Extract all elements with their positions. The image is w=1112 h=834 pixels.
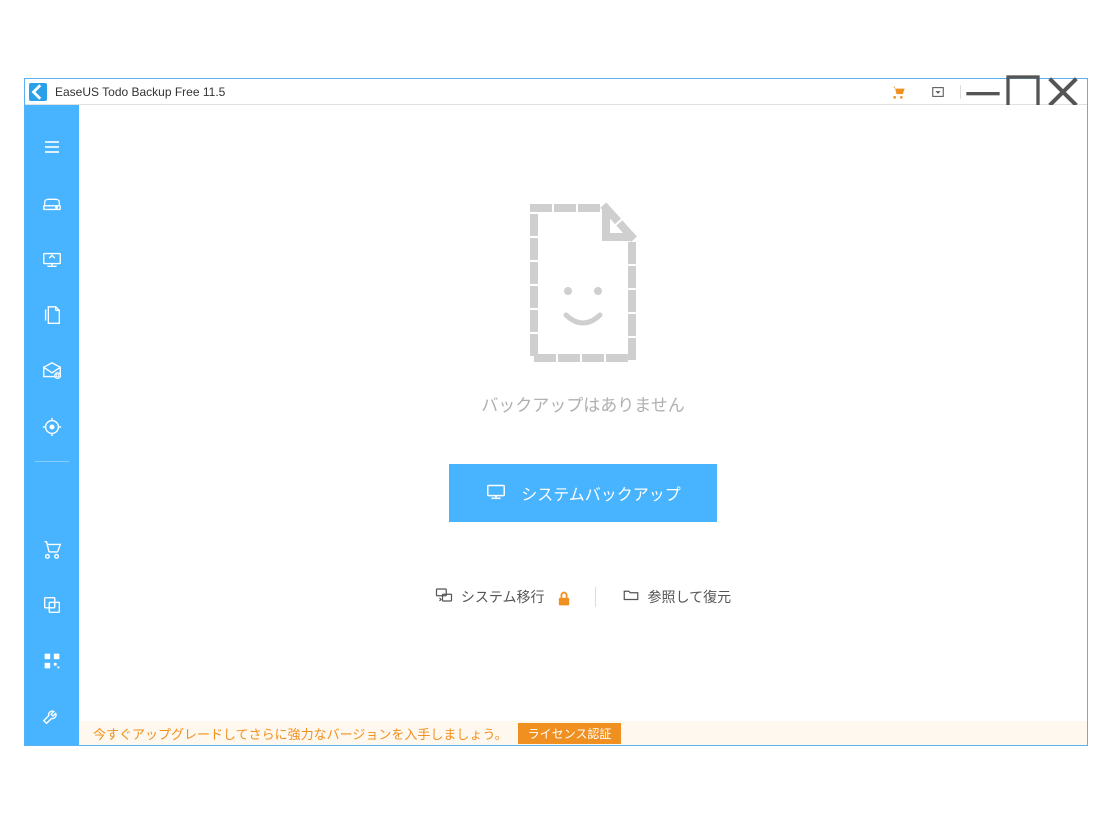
maximize-button[interactable] xyxy=(1003,79,1043,105)
sidebar-disk-backup-icon[interactable] xyxy=(25,175,79,231)
app-window: EaseUS Todo Backup Free 11.5 xyxy=(24,78,1088,746)
menu-icon[interactable] xyxy=(25,119,79,175)
sidebar-separator xyxy=(35,461,69,462)
sidebar-tools-grid-icon[interactable] xyxy=(25,633,79,689)
app-title: EaseUS Todo Backup Free 11.5 xyxy=(55,85,878,99)
system-backup-button[interactable]: システムバックアップ xyxy=(449,464,717,522)
folder-icon xyxy=(622,586,640,607)
lock-icon xyxy=(555,590,569,604)
titlebar-divider xyxy=(960,85,961,99)
empty-state-file-icon xyxy=(524,203,642,363)
main-content: バックアップはありません システムバックアップ システム移行 xyxy=(79,105,1087,745)
sidebar-cart-icon[interactable] xyxy=(25,521,79,577)
browse-restore-button[interactable]: 参照して復元 xyxy=(596,586,758,607)
dropdown-icon[interactable] xyxy=(918,79,958,105)
sidebar-file-backup-icon[interactable] xyxy=(25,287,79,343)
sidebar xyxy=(25,105,79,745)
sidebar-wrench-icon[interactable] xyxy=(25,689,79,745)
system-transfer-label: システム移行 xyxy=(461,587,545,607)
sidebar-system-backup-icon[interactable] xyxy=(25,231,79,287)
browse-restore-label: 参照して復元 xyxy=(648,587,732,607)
sidebar-mail-backup-icon[interactable] xyxy=(25,343,79,399)
system-transfer-icon xyxy=(435,586,453,607)
titlebar: EaseUS Todo Backup Free 11.5 xyxy=(25,79,1087,105)
sidebar-smart-backup-icon[interactable] xyxy=(25,399,79,455)
minimize-button[interactable] xyxy=(963,79,1003,105)
upgrade-message: 今すぐアップグレードしてさらに強力なバージョンを入手しましょう。 xyxy=(93,724,508,743)
shopping-cart-icon[interactable] xyxy=(878,79,918,105)
upgrade-bar: 今すぐアップグレードしてさらに強力なバージョンを入手しましょう。 ライセンス認証 xyxy=(79,721,1087,745)
system-backup-button-label: システムバックアップ xyxy=(521,481,681,505)
close-button[interactable] xyxy=(1043,79,1083,105)
system-backup-icon xyxy=(485,480,507,507)
empty-state-message: バックアップはありません xyxy=(481,391,685,416)
sidebar-clone-icon[interactable] xyxy=(25,577,79,633)
license-badge[interactable]: ライセンス認証 xyxy=(518,723,622,744)
system-transfer-button[interactable]: システム移行 xyxy=(409,586,595,607)
app-icon xyxy=(29,83,47,101)
